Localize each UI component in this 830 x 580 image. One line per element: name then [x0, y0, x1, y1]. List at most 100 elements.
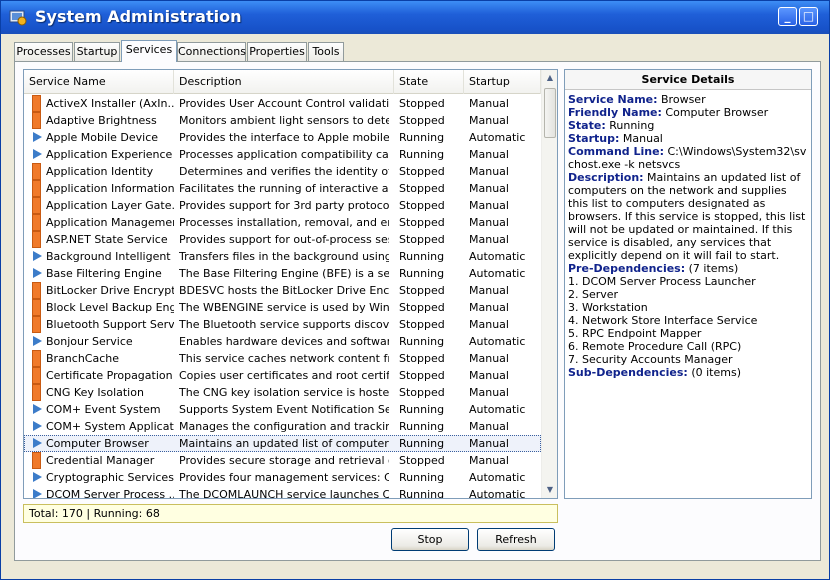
table-row[interactable]: Block Level Backup Engi... The WBENGINE s…	[24, 299, 541, 316]
description-cell: Manages the configuration and tracking .…	[179, 420, 389, 433]
table-row[interactable]: CNG Key Isolation The CNG key isolation s…	[24, 384, 541, 401]
state-cell: Running	[399, 437, 445, 450]
startup-cell: Manual	[469, 216, 509, 229]
maximize-icon[interactable]: □	[799, 7, 818, 26]
startup-cell: Manual	[469, 318, 509, 331]
service-name-cell: Application Identity	[46, 165, 154, 178]
description-cell: Monitors ambient light sensors to detect…	[179, 114, 389, 127]
state-cell: Running	[399, 403, 445, 416]
tab-processes[interactable]: Processes	[14, 42, 73, 61]
state-cell: Running	[399, 267, 445, 280]
service-name-cell: ActiveX Installer (AxIn...	[46, 97, 174, 110]
table-row[interactable]: Base Filtering Engine The Base Filtering …	[24, 265, 541, 282]
stopped-service-icon	[32, 197, 41, 214]
details-body: Service Name: Browser Friendly Name: Com…	[565, 90, 811, 379]
startup-cell: Automatic	[469, 335, 526, 348]
title-bar[interactable]: System Administration _ □	[1, 1, 829, 34]
state-cell: Stopped	[399, 284, 445, 297]
running-service-icon	[33, 268, 42, 278]
table-row[interactable]: DCOM Server Process ... The DCOMLAUNCH se…	[24, 486, 541, 499]
pre-dependency-item: 6. Remote Procedure Call (RPC)	[568, 340, 742, 353]
stopped-service-icon	[32, 299, 41, 316]
startup-cell: Manual	[469, 369, 509, 382]
table-row[interactable]: Background Intelligent ... Transfers file…	[24, 248, 541, 265]
stopped-service-icon	[32, 350, 41, 367]
service-name-cell: ASP.NET State Service	[46, 233, 168, 246]
state-cell: Stopped	[399, 165, 445, 178]
description-cell: The WBENGINE service is used by Wind...	[179, 301, 389, 314]
column-header-state[interactable]: State	[394, 70, 464, 94]
tab-services[interactable]: Services	[121, 40, 177, 62]
pre-dependencies-count: (7 items)	[688, 262, 739, 275]
description-cell: Determines and verifies the identity of …	[179, 165, 389, 178]
stopped-service-icon	[32, 282, 41, 299]
service-name-cell: Bonjour Service	[46, 335, 133, 348]
command-line-label: Command Line:	[568, 145, 664, 158]
scroll-up-icon[interactable]: ▲	[542, 70, 557, 86]
table-row[interactable]: BitLocker Drive Encrypt... BDESVC hosts t…	[24, 282, 541, 299]
table-row[interactable]: ASP.NET State Service Provides support fo…	[24, 231, 541, 248]
description-cell: The CNG key isolation service is hosted …	[179, 386, 389, 399]
pre-dependency-item: 1. DCOM Server Process Launcher	[568, 275, 756, 288]
column-header-service-name[interactable]: Service Name	[24, 70, 174, 94]
service-name-cell: Application Layer Gate...	[46, 199, 174, 212]
column-header-startup[interactable]: Startup	[464, 70, 541, 94]
table-row[interactable]: Apple Mobile Device Provides the interfac…	[24, 129, 541, 146]
description-cell: Provides the interface to Apple mobile d…	[179, 131, 389, 144]
app-icon	[9, 10, 27, 26]
startup-cell: Manual	[469, 454, 509, 467]
startup-cell: Automatic	[469, 131, 526, 144]
table-row[interactable]: Application Identity Determines and verif…	[24, 163, 541, 180]
startup-cell: Manual	[469, 420, 509, 433]
table-row[interactable]: Application Information Facilitates the r…	[24, 180, 541, 197]
table-row[interactable]: Certificate Propagation Copies user certi…	[24, 367, 541, 384]
service-name-cell: Base Filtering Engine	[46, 267, 162, 280]
service-name-cell: COM+ System Application	[46, 420, 174, 433]
startup-cell: Manual	[469, 97, 509, 110]
table-row[interactable]: BranchCache This service caches network c…	[24, 350, 541, 367]
service-name-cell: BitLocker Drive Encrypt...	[46, 284, 174, 297]
tab-tools[interactable]: Tools	[308, 42, 344, 61]
table-row[interactable]: COM+ System Application Manages the confi…	[24, 418, 541, 435]
service-details-panel: Service Details Service Name: Browser Fr…	[564, 69, 812, 499]
scrollbar-thumb[interactable]	[544, 88, 556, 138]
state-value: Running	[609, 119, 655, 132]
table-row[interactable]: Application Management Processes installa…	[24, 214, 541, 231]
table-row[interactable]: Adaptive Brightness Monitors ambient ligh…	[24, 112, 541, 129]
vertical-scrollbar[interactable]: ▲ ▼	[541, 70, 557, 498]
service-name-cell: Certificate Propagation	[46, 369, 173, 382]
refresh-button[interactable]: Refresh	[477, 528, 555, 551]
service-name-cell: Computer Browser	[46, 437, 149, 450]
state-cell: Stopped	[399, 182, 445, 195]
table-row[interactable]: Credential Manager Provides secure storag…	[24, 452, 541, 469]
description-cell: BDESVC hosts the BitLocker Drive Encry..…	[179, 284, 389, 297]
stop-button[interactable]: Stop	[391, 528, 469, 551]
tab-connections[interactable]: Connections	[177, 42, 246, 61]
running-service-icon	[33, 149, 42, 159]
table-row[interactable]: Application Layer Gate... Provides suppor…	[24, 197, 541, 214]
column-header-description[interactable]: Description	[174, 70, 394, 94]
stopped-service-icon	[32, 163, 41, 180]
service-name-cell: COM+ Event System	[46, 403, 161, 416]
state-cell: Running	[399, 488, 445, 499]
startup-label: Startup:	[568, 132, 620, 145]
running-service-icon	[33, 438, 42, 448]
scroll-down-icon[interactable]: ▼	[542, 482, 557, 498]
table-row[interactable]: Bluetooth Support Serv... The Bluetooth s…	[24, 316, 541, 333]
table-row[interactable]: Bonjour Service Enables hardware devices …	[24, 333, 541, 350]
tab-properties[interactable]: Properties	[247, 42, 307, 61]
startup-cell: Manual	[469, 386, 509, 399]
startup-cell: Manual	[469, 352, 509, 365]
table-row[interactable]: Application Experience Processes applicat…	[24, 146, 541, 163]
table-row[interactable]: COM+ Event System Supports System Event N…	[24, 401, 541, 418]
table-row[interactable]: Cryptographic Services Provides four mana…	[24, 469, 541, 486]
description-cell: Provides four management services: Ca...	[179, 471, 389, 484]
services-list[interactable]: Service Name Description State Startup A…	[23, 69, 558, 499]
tab-startup[interactable]: Startup	[74, 42, 120, 61]
friendly-name-label: Friendly Name:	[568, 106, 662, 119]
state-cell: Stopped	[399, 386, 445, 399]
table-row[interactable]: ActiveX Installer (AxIn... Provides User …	[24, 95, 541, 112]
minimize-icon[interactable]: _	[778, 7, 797, 26]
table-row[interactable]: Computer Browser Maintains an updated lis…	[24, 435, 541, 452]
service-name-cell: Cryptographic Services	[46, 471, 174, 484]
